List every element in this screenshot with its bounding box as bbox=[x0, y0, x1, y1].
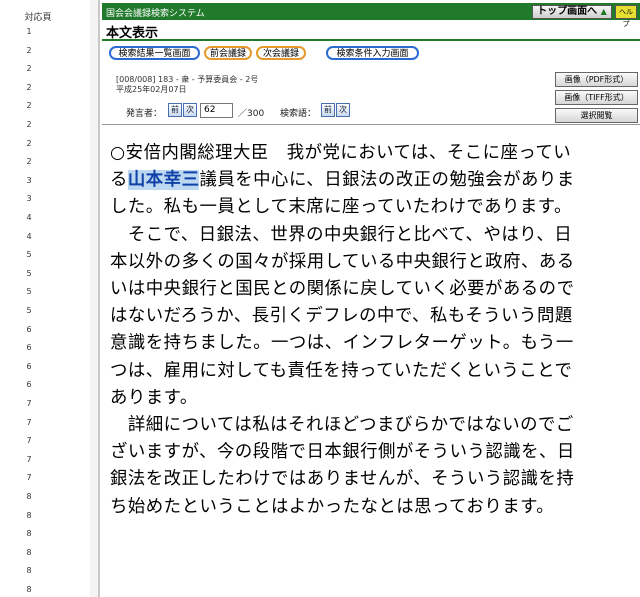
page-number-link[interactable]: 5 bbox=[0, 269, 58, 279]
pdf-image-button[interactable]: 画像（PDF形式） bbox=[555, 72, 638, 87]
prev-speaker-button[interactable]: 前 bbox=[168, 103, 182, 117]
prev-search-term-button[interactable]: 前 bbox=[321, 103, 335, 117]
page-number-link[interactable]: 1 bbox=[0, 27, 58, 37]
speech-text-segment: そこで、日銀法、世界の中央銀行と比べて、やはり、日 bbox=[110, 224, 573, 245]
page-number-link[interactable]: 8 bbox=[0, 529, 58, 539]
prev-meeting-button[interactable]: 前会議録 bbox=[204, 46, 252, 60]
page-number-link[interactable]: 5 bbox=[0, 250, 58, 260]
page-number-link[interactable]: 5 bbox=[0, 306, 58, 316]
heading-divider bbox=[102, 39, 640, 41]
speech-text-segment: 詳細については私はそれほどつまびらかではないのでご bbox=[110, 415, 574, 436]
speech-text-segment: つは、雇用に対しても責任を持っていただくということで bbox=[110, 360, 573, 381]
speech-text-segment: はないだろうか、長引くデフレの中で、私もそういう問題 bbox=[110, 306, 573, 327]
page-number-link[interactable]: 2 bbox=[0, 139, 58, 149]
page-number-link[interactable]: 2 bbox=[0, 64, 58, 74]
speech-line: した。私も一員として末席に座っていたわけであります。 bbox=[110, 194, 636, 221]
page-number-link[interactable]: 8 bbox=[0, 511, 58, 521]
speaker-number-input[interactable]: 62 bbox=[200, 103, 233, 118]
speech-text-segment: ち始めたということはよかったなとは思っております。 bbox=[110, 496, 555, 517]
speech-text-segment: 議員を中心に、日銀法の改正の勉強会がありま bbox=[199, 170, 575, 191]
speaker-total: ／300 bbox=[238, 109, 265, 119]
speech-line: ざいますが、今の段階で日本銀行側がそういう認識を、日 bbox=[110, 439, 636, 466]
search-term-label: 検索語： bbox=[280, 109, 317, 119]
page-number-link[interactable]: 8 bbox=[0, 566, 58, 576]
page-number-link[interactable]: 2 bbox=[0, 157, 58, 167]
speech-line: 本以外の多くの国々が採用している中央銀行と政府、ある bbox=[110, 249, 636, 276]
page-number-link[interactable]: 7 bbox=[0, 473, 58, 483]
top-bar: 国会会議録検索システム トップ画面へ ▲ ヘルプ bbox=[102, 3, 640, 28]
help-button[interactable]: ヘルプ bbox=[615, 5, 637, 28]
search-conditions-button[interactable]: 検索条件入力画面 bbox=[326, 46, 419, 60]
speech-line: はないだろうか、長引くデフレの中で、私もそういう問題 bbox=[110, 303, 636, 330]
up-triangle-icon: ▲ bbox=[600, 7, 607, 16]
speech-line: いは中央銀行と国民との関係に戻していく必要があるので bbox=[110, 276, 636, 303]
content-divider bbox=[102, 124, 640, 125]
page-number-link[interactable]: 4 bbox=[0, 232, 58, 242]
main-frame: 国会会議録検索システム トップ画面へ ▲ ヘルプ 本文表示 検索結果一覧画面 前… bbox=[102, 0, 640, 597]
page-number-link[interactable]: 6 bbox=[0, 343, 58, 353]
page-number-link[interactable]: 7 bbox=[0, 418, 58, 428]
speech-text-segment: ざいますが、今の段階で日本銀行側がそういう認識を、日 bbox=[110, 442, 575, 463]
speech-line: 意識を持ちました。一つは、インフレターゲット。もう一 bbox=[110, 330, 636, 357]
page-number-link[interactable]: 7 bbox=[0, 436, 58, 446]
page-number-link[interactable]: 2 bbox=[0, 46, 58, 56]
next-speaker-button[interactable]: 次 bbox=[183, 103, 197, 117]
speech-line: そこで、日銀法、世界の中央銀行と比べて、やはり、日 bbox=[110, 222, 636, 249]
page-number-link[interactable]: 7 bbox=[0, 455, 58, 465]
page-number-link[interactable]: 8 bbox=[0, 548, 58, 558]
speech-text-segment: 本以外の多くの国々が採用している中央銀行と政府、ある bbox=[110, 251, 575, 272]
speech-text: ○安倍内閣総理大臣 我が党においては、そこに座ってい る山本幸三議員を中心に、日銀… bbox=[110, 140, 636, 521]
speech-text-segment: ○安倍内閣総理大臣 我が党においては、そこに座ってい bbox=[110, 143, 572, 163]
speech-line: ち始めたということはよかったなとは思っております。 bbox=[110, 494, 636, 521]
next-search-term-button[interactable]: 次 bbox=[336, 103, 350, 117]
speech-text-segment: いは中央銀行と国民との関係に戻していく必要があるので bbox=[110, 279, 575, 300]
highlighted-speaker-name[interactable]: 山本幸三 bbox=[127, 170, 200, 191]
page-number-link[interactable]: 6 bbox=[0, 362, 58, 372]
speaker-label: 発言者： bbox=[126, 109, 163, 119]
speech-text-segment: 銀法を改正したわけではありませんが、そういう認識を持 bbox=[110, 469, 575, 490]
selected-view-button[interactable]: 選択閲覧 bbox=[555, 108, 638, 123]
top-page-button-label: トップ画面へ bbox=[537, 6, 598, 17]
page-number-link[interactable]: 3 bbox=[0, 194, 58, 204]
page-number-link[interactable]: 2 bbox=[0, 101, 58, 111]
top-page-button[interactable]: トップ画面へ ▲ bbox=[532, 5, 612, 19]
page-number-link[interactable]: 4 bbox=[0, 213, 58, 223]
speech-line: る山本幸三議員を中心に、日銀法の改正の勉強会がありま bbox=[110, 167, 636, 194]
system-title: 国会会議録検索システム bbox=[106, 9, 205, 19]
speech-text-segment: る bbox=[110, 170, 128, 191]
speech-line: あります。 bbox=[110, 385, 636, 412]
page-correspondence-title: 対応頁 bbox=[24, 13, 52, 23]
page-correspondence-frame: 対応頁 1 2 2 2 2 2 2 2 3 3 4 4 5 5 5 5 6 6 6 6 7 7 7 7 7 8 8 8 8 8 8 bbox=[0, 0, 100, 597]
left-frame-scrollbar[interactable] bbox=[90, 0, 98, 597]
search-results-list-button[interactable]: 検索結果一覧画面 bbox=[109, 46, 200, 60]
tiff-image-button[interactable]: 画像（TIFF形式） bbox=[555, 90, 638, 105]
speech-line: 詳細については私はそれほどつまびらかではないのでご bbox=[110, 412, 636, 439]
speech-text-segment: した。私も一員として末席に座っていたわけであります。 bbox=[110, 197, 572, 218]
page-number-link[interactable]: 2 bbox=[0, 120, 58, 130]
speech-line: 銀法を改正したわけではありませんが、そういう認識を持 bbox=[110, 466, 636, 493]
page-number-link[interactable]: 6 bbox=[0, 325, 58, 335]
page-number-link[interactable]: 7 bbox=[0, 399, 58, 409]
speech-line: つは、雇用に対しても責任を持っていただくということで bbox=[110, 358, 636, 385]
page-number-link[interactable]: 5 bbox=[0, 287, 58, 297]
page-number-link[interactable]: 8 bbox=[0, 492, 58, 502]
speech-line: ○安倍内閣総理大臣 我が党においては、そこに座ってい bbox=[110, 140, 636, 167]
meeting-date: 平成25年02月07日 bbox=[116, 85, 187, 94]
page-number-link[interactable]: 3 bbox=[0, 176, 58, 186]
page-number-link[interactable]: 6 bbox=[0, 380, 58, 390]
page-number-link[interactable]: 8 bbox=[0, 585, 58, 595]
next-meeting-button[interactable]: 次会議録 bbox=[256, 46, 306, 60]
page-number-link[interactable]: 2 bbox=[0, 83, 58, 93]
speech-text-segment: あります。 bbox=[110, 387, 198, 408]
speech-text-segment: 意識を持ちました。一つは、インフレターゲット。もう一 bbox=[110, 333, 574, 354]
